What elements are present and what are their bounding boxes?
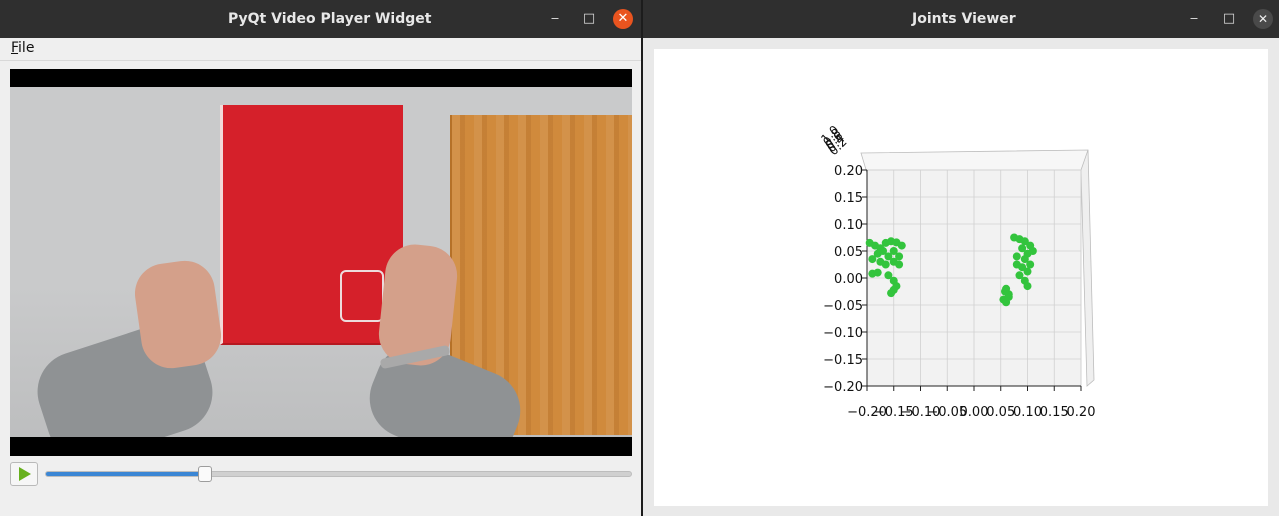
close-button[interactable]: ✕ [613,9,633,29]
close-button-right[interactable]: ✕ [1253,9,1273,29]
joint-point [895,260,904,269]
joints-viewer-window: Joints Viewer ‒ □ ✕ −0.20 −0.15 −0.10 −0.05… [643,0,1279,516]
joint-point [1001,287,1010,296]
menu-bar: File [0,38,641,61]
video-player-window: PyQt Video Player Widget ‒ □ ✕ File [0,0,641,516]
joint-point [897,241,906,250]
y-tick-label: 0.10 [834,218,863,233]
x-tick-label: 0.20 [1067,405,1096,420]
joint-point [881,260,890,269]
play-button[interactable] [10,462,38,486]
joint-point [887,289,896,298]
y-tick-label: −0.15 [823,353,863,368]
y-tick-label: 0.00 [834,272,863,287]
y-tick-label: −0.10 [823,326,863,341]
y-tick-label: 0.05 [834,245,863,260]
maximize-button[interactable]: □ [579,9,599,29]
minimize-button-right[interactable]: ‒ [1184,9,1204,29]
y-tick-label: −0.05 [823,299,863,314]
maximize-button-right[interactable]: □ [1219,9,1239,29]
slider-handle[interactable] [197,466,212,482]
joint-point [868,255,877,264]
y-tick-label: 0.15 [834,191,863,206]
joints-3d-plot: −0.20−0.15−0.10−0.050.000.050.100.150.20… [818,123,1096,420]
left-hand [131,256,225,373]
menu-file[interactable]: File [11,40,34,56]
joint-point [873,268,882,277]
play-icon [19,467,31,481]
right-pane [1080,149,1095,387]
y-tick-label: 0.20 [834,164,863,179]
video-frame [10,69,632,456]
video-scene [10,87,632,437]
book-logo [340,270,384,322]
window-title: PyQt Video Player Widget [228,11,432,27]
minimize-button[interactable]: ‒ [545,9,565,29]
title-bar-right[interactable]: Joints Viewer ‒ □ ✕ [643,0,1279,38]
y-tick-label: −0.20 [823,380,863,395]
joint-point [1026,260,1035,269]
plot-canvas[interactable]: −0.20 −0.15 −0.10 −0.05 0.00 0.05 0.10 0.15 0.20… [654,49,1268,506]
joint-point [1023,282,1032,291]
x-tick-label: 0.15 [1040,405,1069,420]
joint-point [1023,267,1032,276]
window-title-right: Joints Viewer [912,11,1016,27]
position-slider[interactable] [45,466,632,482]
x-tick-label: 0.10 [1013,405,1042,420]
title-bar[interactable]: PyQt Video Player Widget ‒ □ ✕ [0,0,641,38]
x-tick-label: 0.05 [986,405,1015,420]
x-tick-label: 0.00 [960,405,989,420]
slider-progress [46,472,204,476]
joint-point [1012,252,1021,261]
